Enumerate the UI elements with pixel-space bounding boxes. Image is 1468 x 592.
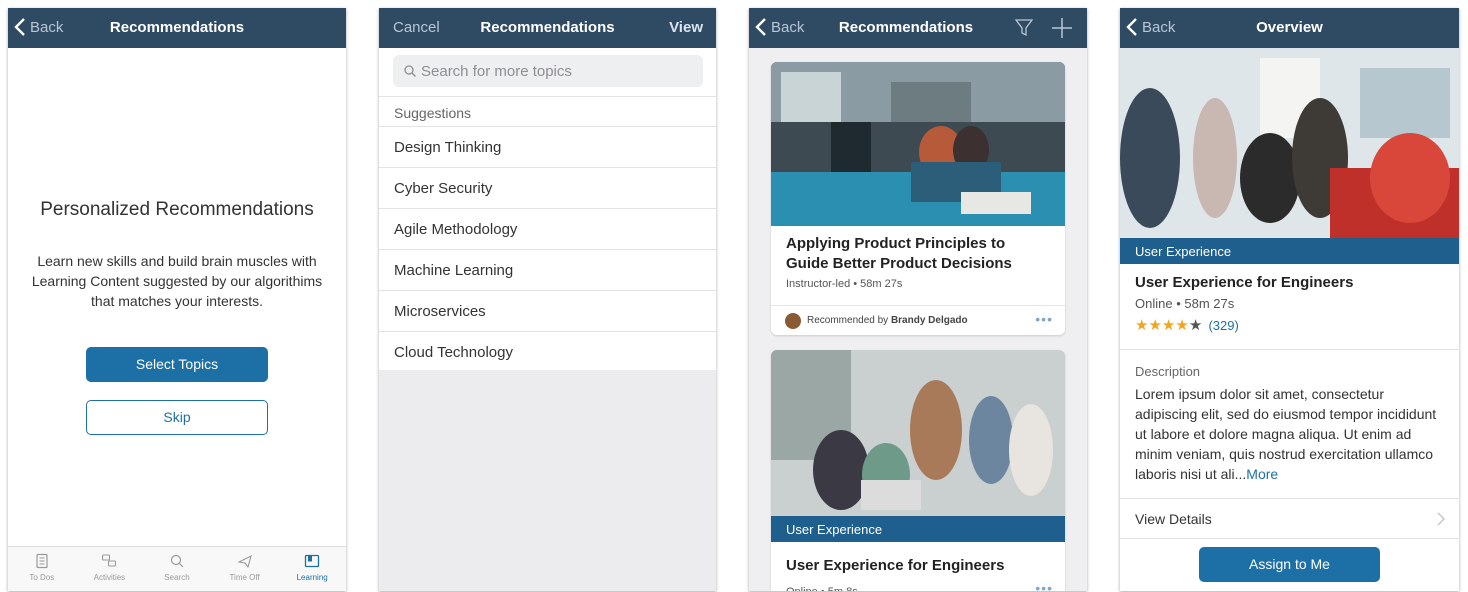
tab-search[interactable]: Search [143,547,211,591]
tab-time-off[interactable]: Time Off [211,547,279,591]
search-icon [404,65,416,77]
description-text: Lorem ipsum dolor sit amet, consectetur … [1135,384,1447,484]
course-meta: Online • 58m 27s [1135,296,1235,311]
tab-label: Learning [296,573,328,582]
star-icon: ★ [1161,317,1176,334]
tab-label: To Dos [29,573,55,582]
view-details-row[interactable]: View Details [1135,511,1212,527]
course-thumbnail [771,62,1065,226]
empty-area [379,370,716,591]
book-icon [305,554,320,568]
star-empty-icon: ★ [1188,317,1203,334]
filter-icon[interactable] [1015,18,1033,38]
star-icon: ★ [1175,317,1189,334]
office-lounge-photo-image [1120,48,1459,238]
recommended-by: Recommended by Brandy Delgado ••• [771,305,1065,335]
course-hero-image [1120,48,1459,238]
intro-heading: Personalized Recommendations [40,199,314,220]
page-title: Recommendations [109,19,245,36]
recommendations-intro-screen: Back Recommendations Personalized Recomm… [8,8,346,591]
topic-item[interactable]: Cyber Security [379,168,716,209]
page-title: Overview [1256,19,1323,36]
topic-item[interactable]: Design Thinking [379,127,716,168]
suggestions-header: Suggestions [379,96,716,127]
search-icon [170,554,184,568]
topic-item[interactable]: Microservices [379,291,716,332]
page-title: Recommendations [838,19,974,36]
navbar: Cancel Recommendations View [379,8,716,48]
star-rating: ★★★★★ (329) [1135,316,1239,334]
view-button[interactable]: View [669,19,703,36]
chevron-right-icon [1437,512,1445,526]
topic-list: Suggestions Design Thinking Cyber Securi… [379,96,716,373]
rating-count: (329) [1208,318,1239,333]
topic-item[interactable]: Cloud Technology [379,332,716,373]
course-overview-screen: Back Overview User Experience User Exper… [1120,8,1459,591]
office-photo-image [771,62,1065,226]
more-options-icon[interactable]: ••• [1035,311,1053,327]
description-label: Description [1135,364,1201,379]
course-title: User Experience for Engineers [1135,274,1354,291]
todo-icon [36,553,48,569]
divider [1120,349,1459,350]
navbar: Back Recommendations [749,8,1087,48]
course-card[interactable]: Applying Product Principles to Guide Bet… [771,62,1065,335]
star-icon: ★ [1148,317,1162,334]
topic-search-bar[interactable] [393,55,703,87]
tab-learning[interactable]: Learning [278,547,346,591]
course-card[interactable]: User Experience User Experience for Engi… [771,350,1065,591]
tab-label: Activities [93,573,126,582]
activities-icon [102,554,117,567]
select-topics-button[interactable]: Select Topics [86,347,268,382]
assign-to-me-button[interactable]: Assign to Me [1199,547,1380,582]
topic-selection-screen: Cancel Recommendations View Suggestions … [379,8,716,591]
star-icon: ★ [1135,317,1149,334]
tab-activities[interactable]: Activities [76,547,144,591]
divider [1120,538,1459,539]
add-icon[interactable] [1051,17,1073,39]
recommendations-feed-screen: Back Recommendations Applying Product Pr… [749,8,1087,591]
more-options-icon[interactable]: ••• [1035,580,1053,591]
course-title: Applying Product Principles to Guide Bet… [786,235,1012,272]
skip-button[interactable]: Skip [86,400,268,435]
tab-bar: To Dos Activities Search Time Off Learni… [8,546,346,591]
search-input[interactable] [421,55,691,87]
topic-item[interactable]: Agile Methodology [379,209,716,250]
tab-to-dos[interactable]: To Dos [8,547,76,591]
course-title: User Experience for Engineers [786,557,1005,574]
course-meta: Instructor-led • 58m 27s [786,278,903,290]
course-meta: Online • 5m 8s [771,582,873,591]
description-body: Lorem ipsum dolor sit amet, consectetur … [1135,386,1437,482]
avatar [785,313,801,329]
recommender-name: Brandy Delgado [890,315,968,326]
more-link[interactable]: More [1246,466,1278,482]
intro-body: Learn new skills and build brain muscles… [31,253,323,309]
navbar: Back Recommendations [8,8,346,48]
tab-label: Search [164,573,190,582]
navbar: Back Overview [1120,8,1459,48]
category-band: User Experience [1120,238,1459,264]
plane-icon [236,554,252,569]
page-title: Recommendations [480,19,615,36]
topic-item[interactable]: Machine Learning [379,250,716,291]
tab-label: Time Off [229,573,260,582]
divider [1120,498,1459,499]
recommended-prefix: Recommended by [807,315,891,326]
